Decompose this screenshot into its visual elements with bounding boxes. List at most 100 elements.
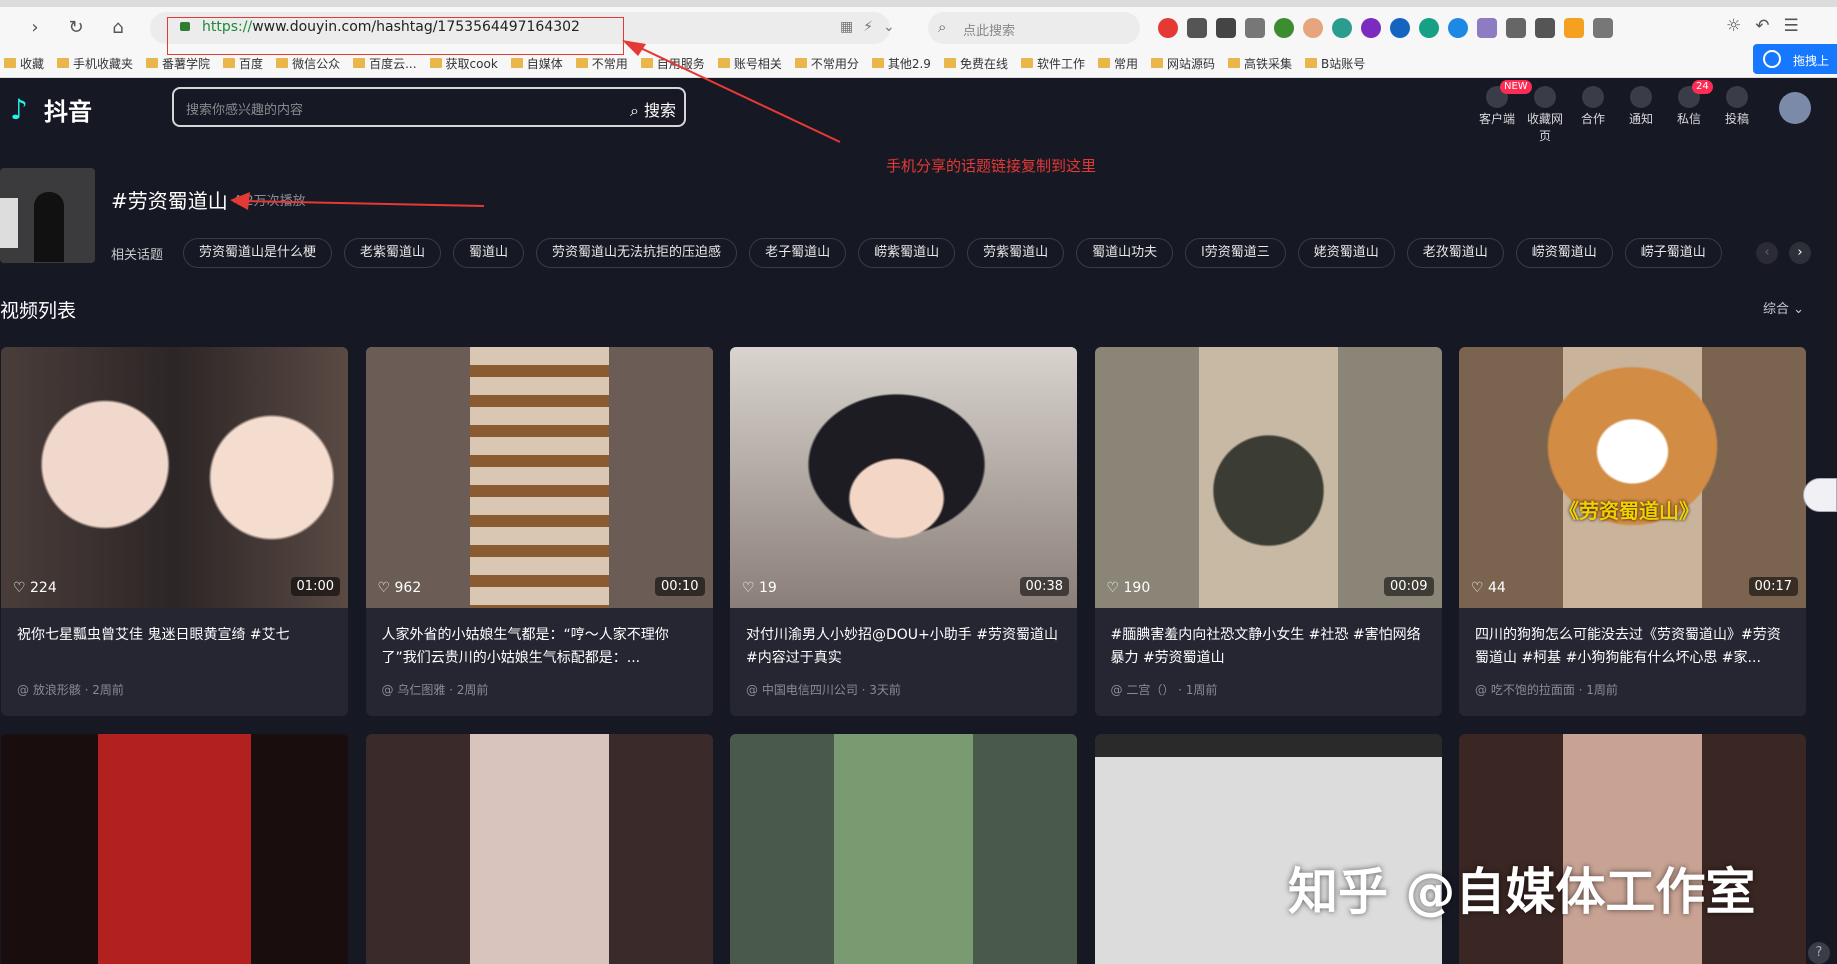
author-name[interactable]: 二宫（） — [1126, 683, 1174, 697]
video-thumbnail[interactable] — [1, 347, 348, 608]
bookmark-item[interactable]: 其他2.9 — [871, 55, 931, 72]
video-card[interactable]: ♡ 19 00:38 对付川渝男人小妙招@DOU+小助手 #劳资蜀道山 #内容过于真… — [730, 347, 1077, 716]
bookmark-item[interactable]: 百度 — [223, 55, 263, 72]
author-name[interactable]: 吃不饱的拉面面 — [1491, 683, 1575, 697]
video-duration: 00:09 — [1384, 577, 1434, 596]
bookmark-item[interactable]: 自媒体 — [510, 55, 563, 72]
side-panel-button[interactable] — [1803, 478, 1837, 512]
video-card-thumbnail[interactable] — [365, 734, 713, 964]
folder-icon — [276, 58, 289, 68]
reload-icon[interactable]: ↻ — [63, 15, 89, 41]
bookmark-item[interactable]: 微信公众 — [276, 55, 340, 72]
video-description[interactable]: 人家外省的小姑娘生气都是：“哼～人家不理你了”我们云贵川的小姑娘生气标配都是：.… — [382, 624, 700, 670]
chevron-left-icon[interactable]: ‹ — [1756, 242, 1778, 264]
douyin-search-input[interactable]: 搜索你感兴趣的内容 ⌕ 搜索 — [172, 87, 686, 127]
lock-icon[interactable] — [180, 22, 190, 31]
topic-chip[interactable]: 老紫蜀道山 — [344, 238, 442, 268]
brightness-icon[interactable]: ☼ — [1726, 16, 1741, 36]
video-thumbnail[interactable] — [730, 347, 1077, 608]
video-description[interactable]: #腼腆害羞内向社恐文静小女生 #社恐 #害怕网络暴力 #劳资蜀道山 — [1111, 624, 1429, 670]
browser-search-box[interactable]: ⌕ 点此搜索 — [928, 12, 1140, 44]
drag-upload-button[interactable]: 拖拽上 — [1753, 44, 1837, 74]
bookmark-item[interactable]: 百度云... — [353, 55, 417, 72]
topic-chip[interactable]: 姥资蜀道山 — [1297, 238, 1395, 268]
video-thumbnail[interactable] — [1459, 347, 1806, 608]
extension-icon[interactable] — [1564, 18, 1584, 38]
header-action-cooperation[interactable]: 合作 — [1574, 84, 1612, 144]
extension-icon[interactable] — [1303, 18, 1323, 38]
video-description[interactable]: 四川的狗狗怎么可能没去过《劳资蜀道山》#劳资蜀道山 #柯基 #小狗狗能有什么坏心… — [1475, 624, 1793, 670]
bookmark-item[interactable]: 免费在线 — [943, 55, 1008, 72]
like-count-value: 224 — [30, 580, 57, 596]
bookmark-item[interactable]: 高铁采集 — [1228, 55, 1292, 72]
video-description[interactable]: 祝你七星瓢虫曾艾佳 鬼迷日眼黄宣绮 #艾七 — [17, 624, 335, 670]
hashtag-cover-image — [0, 168, 95, 263]
home-icon[interactable]: ⌂ — [105, 15, 131, 41]
extension-icon[interactable] — [1274, 18, 1294, 38]
video-card-thumbnail[interactable] — [1, 734, 348, 964]
video-card[interactable]: ♡ 224 01:00 祝你七星瓢虫曾艾佳 鬼迷日眼黄宣绮 #艾七 @ 放浪形骸 · … — [1, 347, 348, 716]
menu-icon[interactable]: ☰ — [1784, 16, 1799, 36]
help-icon[interactable]: ? — [1808, 942, 1830, 964]
browser-search-placeholder: 点此搜索 — [963, 24, 1016, 39]
header-action-bell[interactable]: 通知 — [1622, 84, 1660, 144]
author-name[interactable]: 中国电信四川公司 — [762, 683, 858, 697]
bookmark-item[interactable]: 收藏 — [4, 55, 44, 72]
bookmark-item[interactable]: 手机收藏夹 — [57, 55, 133, 72]
topic-chip[interactable]: 劳紫蜀道山 — [967, 238, 1065, 268]
extension-icon[interactable] — [1390, 18, 1410, 38]
undo-icon[interactable]: ↶ — [1755, 16, 1769, 36]
extension-icon[interactable] — [1332, 18, 1352, 38]
url-text[interactable]: https://www.douyin.com/hashtag/175356449… — [202, 19, 580, 35]
extension-icon[interactable] — [1506, 18, 1526, 38]
video-thumbnail[interactable] — [1094, 347, 1442, 608]
topic-chip[interactable]: 老子蜀道山 — [749, 238, 847, 268]
bookmark-item[interactable]: 常用 — [1097, 55, 1138, 72]
video-thumbnail[interactable] — [365, 347, 713, 608]
header-action-star[interactable]: 收藏网页 — [1526, 84, 1564, 144]
url-actions[interactable]: ▦⚡⌄ — [840, 19, 905, 35]
extension-icon[interactable] — [1448, 18, 1468, 38]
bookmark-item[interactable]: 网站源码 — [1150, 55, 1215, 72]
video-card-thumbnail[interactable] — [730, 734, 1077, 964]
video-card[interactable]: 《劳资蜀道山》 ♡ 44 00:17 四川的狗狗怎么可能没去过《劳资蜀道山》#劳资蜀道… — [1459, 347, 1806, 716]
extension-icon[interactable] — [1477, 18, 1497, 38]
topic-chip[interactable]: 崂资蜀道山 — [1515, 238, 1613, 268]
topic-chip[interactable]: 崂紫蜀道山 — [858, 238, 956, 268]
header-action-upload[interactable]: 投稿 — [1718, 84, 1756, 144]
video-card[interactable]: ♡ 190 00:09 #腼腆害羞内向社恐文静小女生 #社恐 #害怕网络暴力 #劳资… — [1094, 347, 1442, 716]
topic-chip[interactable]: l劳资蜀道三 — [1185, 238, 1286, 268]
topic-chip[interactable]: 蜀道山功夫 — [1076, 238, 1174, 268]
douyin-logo[interactable]: ♪ 抖音 — [10, 92, 92, 127]
extension-icon[interactable] — [1535, 18, 1555, 38]
tab-strip[interactable] — [0, 0, 1837, 7]
topic-chip[interactable]: 老孜蜀道山 — [1406, 238, 1504, 268]
bookmark-item[interactable]: 番薯学院 — [146, 55, 210, 72]
bookmark-item[interactable]: 获取cook — [429, 55, 498, 72]
extension-icon[interactable] — [1216, 18, 1236, 38]
extension-icon[interactable] — [1187, 18, 1207, 38]
bookmark-item[interactable]: B站账号 — [1305, 55, 1365, 72]
extension-icon[interactable] — [1245, 18, 1265, 38]
video-card-thumbnail[interactable] — [1094, 734, 1442, 964]
video-card[interactable]: ♡ 962 00:10 人家外省的小姑娘生气都是：“哼～人家不理你了”我们云贵川的小… — [365, 347, 713, 716]
topic-chip[interactable]: 劳资蜀道山无法抗拒的压迫感 — [536, 238, 738, 268]
header-action-client[interactable]: NEW 客户端 — [1478, 80, 1532, 144]
topic-chip[interactable]: 劳资蜀道山是什么梗 — [183, 238, 333, 268]
author-name[interactable]: 放浪形骸 — [33, 683, 81, 697]
extension-icon[interactable] — [1593, 18, 1613, 38]
forward-icon[interactable]: › — [22, 15, 48, 41]
extension-icon[interactable] — [1361, 18, 1381, 38]
author-name[interactable]: 乌仁图雅 — [397, 683, 445, 697]
user-avatar[interactable] — [1779, 92, 1811, 124]
chevron-right-icon[interactable]: › — [1789, 242, 1811, 264]
extension-icon[interactable] — [1419, 18, 1439, 38]
video-description[interactable]: 对付川渝男人小妙招@DOU+小助手 #劳资蜀道山 #内容过于真实 — [746, 624, 1064, 670]
extension-icon[interactable] — [1158, 18, 1178, 38]
topic-chip[interactable]: 崂子蜀道山 — [1624, 238, 1722, 268]
video-card-thumbnail[interactable] — [1459, 734, 1806, 964]
topic-chip[interactable]: 蜀道山 — [453, 238, 525, 268]
header-action-message[interactable]: 24 私信 — [1670, 80, 1713, 144]
sort-dropdown[interactable]: 综合 ⌄ — [1763, 298, 1804, 317]
bookmark-item[interactable]: 软件工作 — [1020, 55, 1085, 72]
